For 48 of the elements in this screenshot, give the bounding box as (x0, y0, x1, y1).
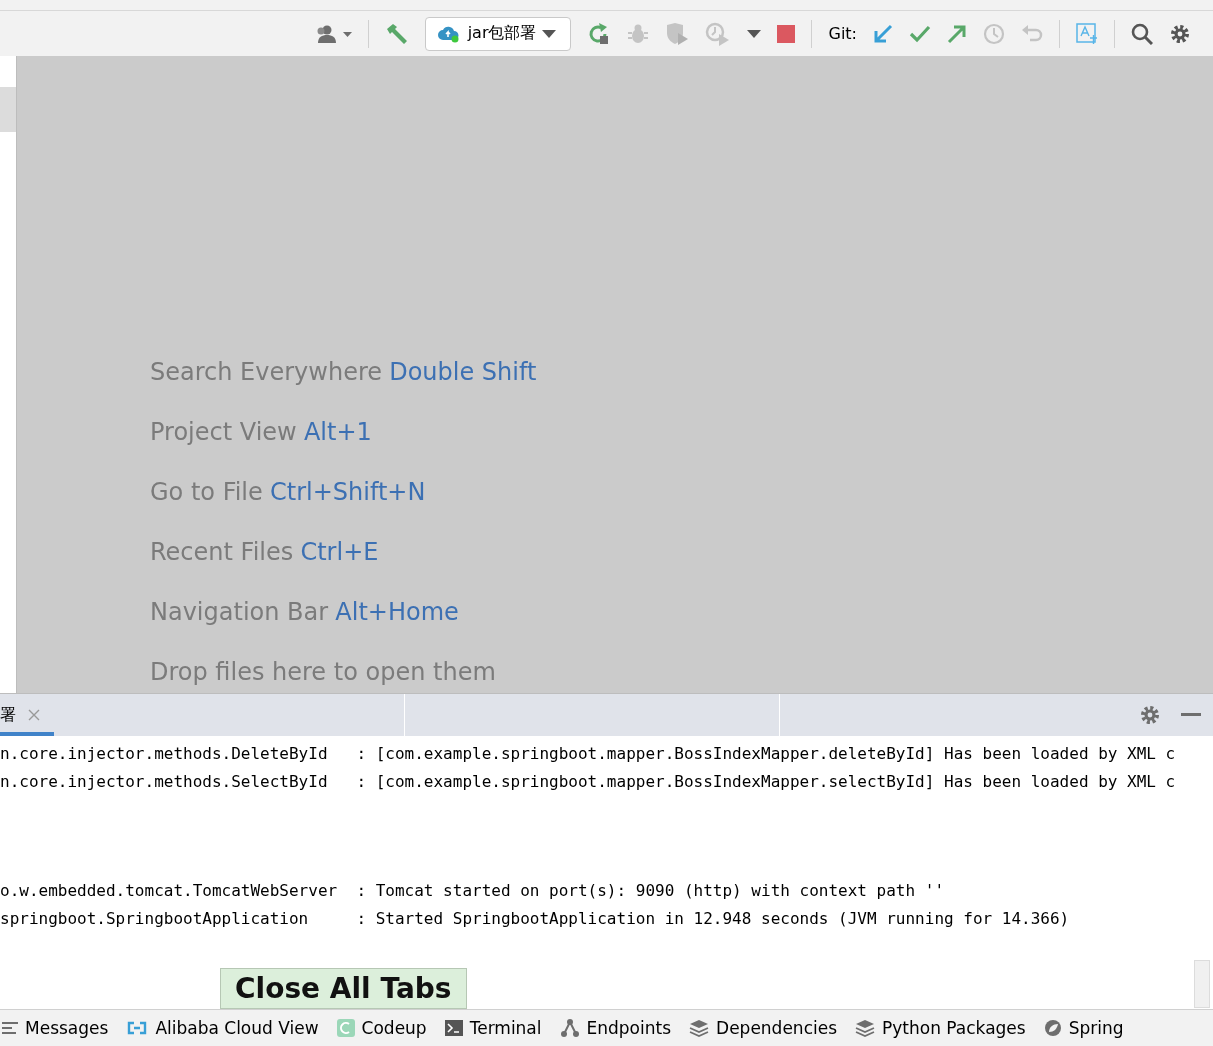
tooltip: Close All Tabs (220, 968, 467, 1009)
settings-icon[interactable] (1139, 704, 1161, 726)
console-line: o.w.embedded.tomcat.TomcatWebServer : Tomcat started on port(s): 9090 (http) with context path '' (0, 881, 944, 900)
console-line: springboot.SpringbootApplication : Started SpringbootApplication in 12.948 seconds (JVM running for 14.366) (0, 908, 1070, 928)
hammer-icon[interactable] (384, 22, 409, 45)
caret-icon (542, 28, 557, 39)
shortcut-hint: Project View Alt+1 (150, 417, 373, 448)
translate-icon[interactable] (1076, 22, 1098, 45)
console-line: n.core.injector.methods.DeleteById : [com.example.springboot.mapper.BossIndexMapper.deleteById] Has been loaded by XML c (0, 744, 1176, 763)
minimize-icon[interactable] (1181, 713, 1201, 717)
tool-window-button[interactable]: Endpoints (559, 1018, 672, 1038)
tool-window-button[interactable]: Messages (2, 1018, 109, 1038)
code-icon (336, 1019, 355, 1037)
tool-window-button[interactable]: Alibaba Cloud View (126, 1018, 319, 1038)
shortcut-hint: Navigation Bar Alt+Home (150, 597, 460, 628)
arrow-down-left-icon[interactable] (873, 23, 893, 44)
tool-window-button[interactable]: Spring (1043, 1018, 1124, 1038)
checkmark-icon[interactable] (909, 24, 931, 43)
git-label: Git: (828, 24, 857, 43)
bug-icon[interactable] (627, 22, 650, 45)
layers-icon (689, 1019, 710, 1037)
shortcut-hint: Drop files here to open them (150, 657, 497, 688)
arrow-up-right-icon[interactable] (947, 23, 967, 44)
layers-icon (855, 1019, 876, 1037)
undo-icon[interactable] (1021, 23, 1043, 44)
nodes-icon (559, 1018, 580, 1038)
shield-run-icon[interactable] (665, 21, 690, 46)
run-config-dropdown[interactable]: jar包部署 (424, 16, 572, 51)
bracket-icon (126, 1021, 149, 1035)
leaf-icon (1043, 1019, 1062, 1037)
terminal-icon (444, 1020, 463, 1036)
shortcut-hint: Search Everywhere Double Shift (150, 357, 537, 388)
clock-icon[interactable] (983, 22, 1005, 45)
shortcut-hint: Go to File Ctrl+Shift+N (150, 477, 427, 508)
tool-window-button[interactable]: Codeup (336, 1018, 427, 1038)
settings-icon[interactable] (1169, 22, 1191, 45)
tool-window-button[interactable]: Python Packages (855, 1018, 1026, 1038)
tab-label: 署 (0, 704, 16, 726)
tool-window-button[interactable]: Dependencies (689, 1018, 838, 1038)
shortcut-hint: Recent Files Ctrl+E (150, 537, 380, 568)
caret-icon[interactable] (747, 28, 762, 39)
search-icon[interactable] (1131, 22, 1153, 45)
close-icon[interactable] (28, 709, 40, 721)
scrollbar[interactable] (1194, 960, 1210, 1008)
lines-icon (2, 1021, 18, 1035)
tool-window-button[interactable]: Terminal (444, 1018, 542, 1038)
console-line: n.core.injector.methods.SelectById : [com.example.springboot.mapper.BossIndexMapper.selectById] Has been loaded by XML c (0, 771, 1176, 791)
stop-icon[interactable] (777, 24, 796, 43)
